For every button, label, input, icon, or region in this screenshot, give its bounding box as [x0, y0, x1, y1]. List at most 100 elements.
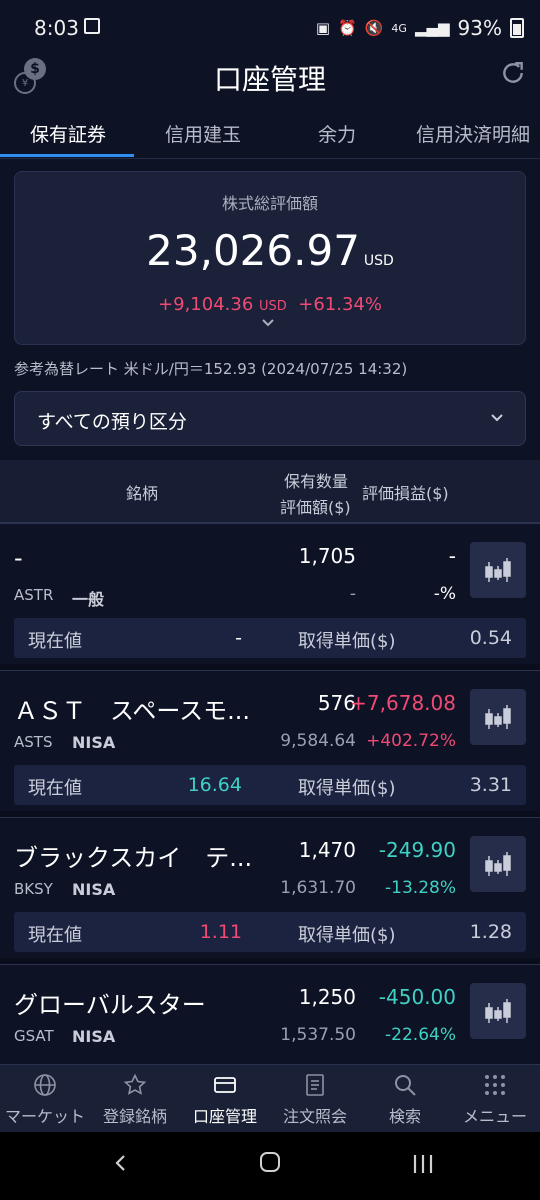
candlestick-icon: [485, 558, 511, 582]
summary-card[interactable]: 株式総評価額 23,026.97 USD +9,104.36 USD +61.34…: [14, 171, 526, 345]
tab-margin-positions[interactable]: 信用建玉: [165, 120, 241, 147]
current-price: 1.11: [199, 921, 242, 943]
chevron-down-icon: [491, 414, 503, 422]
nav-search-label: 検索: [388, 1107, 421, 1126]
holding-code: ASTS: [14, 733, 53, 751]
network-label: 4G: [391, 21, 407, 35]
candlestick-icon: [485, 705, 511, 729]
nav-menu-label: メニュー: [462, 1107, 527, 1126]
total-pl-percent: +61.34%: [298, 294, 382, 315]
tab-holdings[interactable]: 保有証券: [30, 120, 106, 147]
holding-pl: -: [448, 544, 456, 568]
total-pl: +9,104.36 USD +61.34%: [15, 294, 525, 315]
current-price: -: [235, 627, 242, 649]
holding-pl-percent: -%: [433, 584, 456, 604]
tab-indicator: [0, 154, 134, 157]
tab-margin-settlement[interactable]: 信用決済明細: [416, 120, 530, 147]
holding-quantity: 1,470: [298, 838, 356, 862]
holding-name: ＡＳＴ スペースモ...: [14, 697, 251, 725]
current-price: 16.64: [187, 774, 242, 796]
nav-orders[interactable]: 注文照会: [270, 1065, 360, 1133]
holding-value: -: [349, 584, 356, 604]
holding-pl: +7,678.08: [350, 691, 456, 715]
holding-row[interactable]: ＡＳＴ スペースモ... 576 +7,678.08 ASTS NISA 9,5…: [0, 670, 540, 811]
home-icon[interactable]: [260, 1152, 280, 1172]
holding-pl-percent: -22.64%: [385, 1025, 456, 1045]
refresh-icon[interactable]: [500, 60, 526, 93]
holding-code: ASTR: [14, 586, 54, 604]
grid-icon: [485, 1075, 505, 1095]
nav-market[interactable]: マーケット: [0, 1065, 90, 1133]
lock-icon: [84, 18, 100, 34]
account-type-selected: すべての預り区分: [37, 411, 187, 433]
recent-apps-icon[interactable]: [412, 1154, 434, 1174]
total-value-currency: USD: [363, 253, 394, 269]
star-icon: [123, 1073, 147, 1095]
cost-price-label: 取得単価($): [298, 925, 396, 946]
status-time: 8:03: [34, 16, 79, 40]
back-icon[interactable]: [112, 1154, 130, 1172]
cost-price-label: 取得単価($): [298, 778, 396, 799]
alarm-icon: ⏰: [338, 19, 357, 37]
candlestick-chart-button[interactable]: [470, 983, 526, 1039]
candlestick-chart-button[interactable]: [470, 836, 526, 892]
chevron-down-icon[interactable]: [261, 316, 275, 330]
nav-account-label: 口座管理: [192, 1107, 257, 1126]
holding-price-bar: 現在値 - 取得単価($) 0.54: [14, 618, 526, 658]
candlestick-chart-button[interactable]: [470, 542, 526, 598]
total-value-amount: 23,026.97: [146, 226, 360, 275]
nav-menu[interactable]: メニュー: [450, 1065, 540, 1133]
holding-price-bar: 現在値 16.64 取得単価($) 3.31: [14, 765, 526, 805]
status-bar: 8:03 ▣ ⏰ 🔇 4G ▂▄▆ 93%: [0, 0, 540, 52]
signal-icon: ▂▄▆: [414, 19, 450, 37]
cost-price: 3.31: [469, 774, 512, 796]
holding-quantity: 1,705: [298, 544, 356, 568]
cost-price: 0.54: [469, 627, 512, 649]
column-quantity: 保有数量: [284, 472, 349, 491]
fx-rate-note: 参考為替レート 米ドル/円＝152.93 (2024/07/25 14:32): [14, 360, 408, 378]
nav-market-label: マーケット: [4, 1107, 85, 1126]
globe-icon: [34, 1074, 56, 1096]
nav-account[interactable]: 口座管理: [180, 1065, 270, 1133]
system-navigation-bar: [0, 1132, 540, 1200]
holding-row[interactable]: ブラックスカイ テ... 1,470 -249.90 BKSY NISA 1,6…: [0, 817, 540, 958]
total-pl-currency: USD: [259, 299, 287, 314]
total-pl-amount: +9,104.36: [158, 294, 254, 315]
cost-price: 1.28: [469, 921, 512, 943]
app-header: ¥ $ 口座管理: [0, 52, 540, 108]
mute-icon: 🔇: [364, 19, 384, 37]
holding-pl: -450.00: [378, 985, 456, 1009]
holding-account-type: NISA: [72, 880, 116, 899]
battery-percent: 93%: [457, 16, 502, 40]
holding-quantity: 1,250: [298, 985, 356, 1009]
holding-pl-percent: -13.28%: [385, 878, 456, 898]
tab-buying-power[interactable]: 余力: [318, 120, 356, 147]
holding-pl: -249.90: [378, 838, 456, 862]
search-icon: [395, 1075, 416, 1096]
bottom-navigation: マーケット 登録銘柄 口座管理 注文照会 検索 メニュー: [0, 1064, 540, 1133]
battery-saver-icon: ▣: [315, 19, 331, 37]
column-name: 銘柄: [126, 484, 159, 503]
status-icons: ▣ ⏰ 🔇 4G ▂▄▆ 93%: [316, 16, 524, 40]
cost-price-label: 取得単価($): [298, 631, 396, 652]
document-icon: [306, 1074, 324, 1096]
nav-search[interactable]: 検索: [360, 1065, 450, 1133]
nav-watchlist[interactable]: 登録銘柄: [90, 1065, 180, 1133]
current-price-label: 現在値: [28, 925, 82, 946]
wallet-icon: [214, 1077, 236, 1093]
column-value: 評価額($): [280, 498, 351, 517]
holding-pl-percent: +402.72%: [366, 731, 456, 751]
holding-code: GSAT: [14, 1027, 54, 1045]
holding-value: 1,537.50: [280, 1025, 356, 1045]
total-value-label: 株式総評価額: [221, 194, 318, 213]
holding-row[interactable]: - 1,705 - ASTR 一般 - -% 現在値 - 取得単価($) 0.5…: [0, 523, 540, 664]
current-price-label: 現在値: [28, 778, 82, 799]
candlestick-icon: [485, 852, 511, 876]
holding-account-type: NISA: [72, 1027, 116, 1046]
candlestick-icon: [485, 999, 511, 1023]
holding-account-type: NISA: [72, 733, 116, 752]
account-type-select[interactable]: すべての預り区分: [14, 391, 526, 446]
current-price-label: 現在値: [28, 631, 82, 652]
total-value: 23,026.97 USD: [15, 226, 525, 275]
candlestick-chart-button[interactable]: [470, 689, 526, 745]
